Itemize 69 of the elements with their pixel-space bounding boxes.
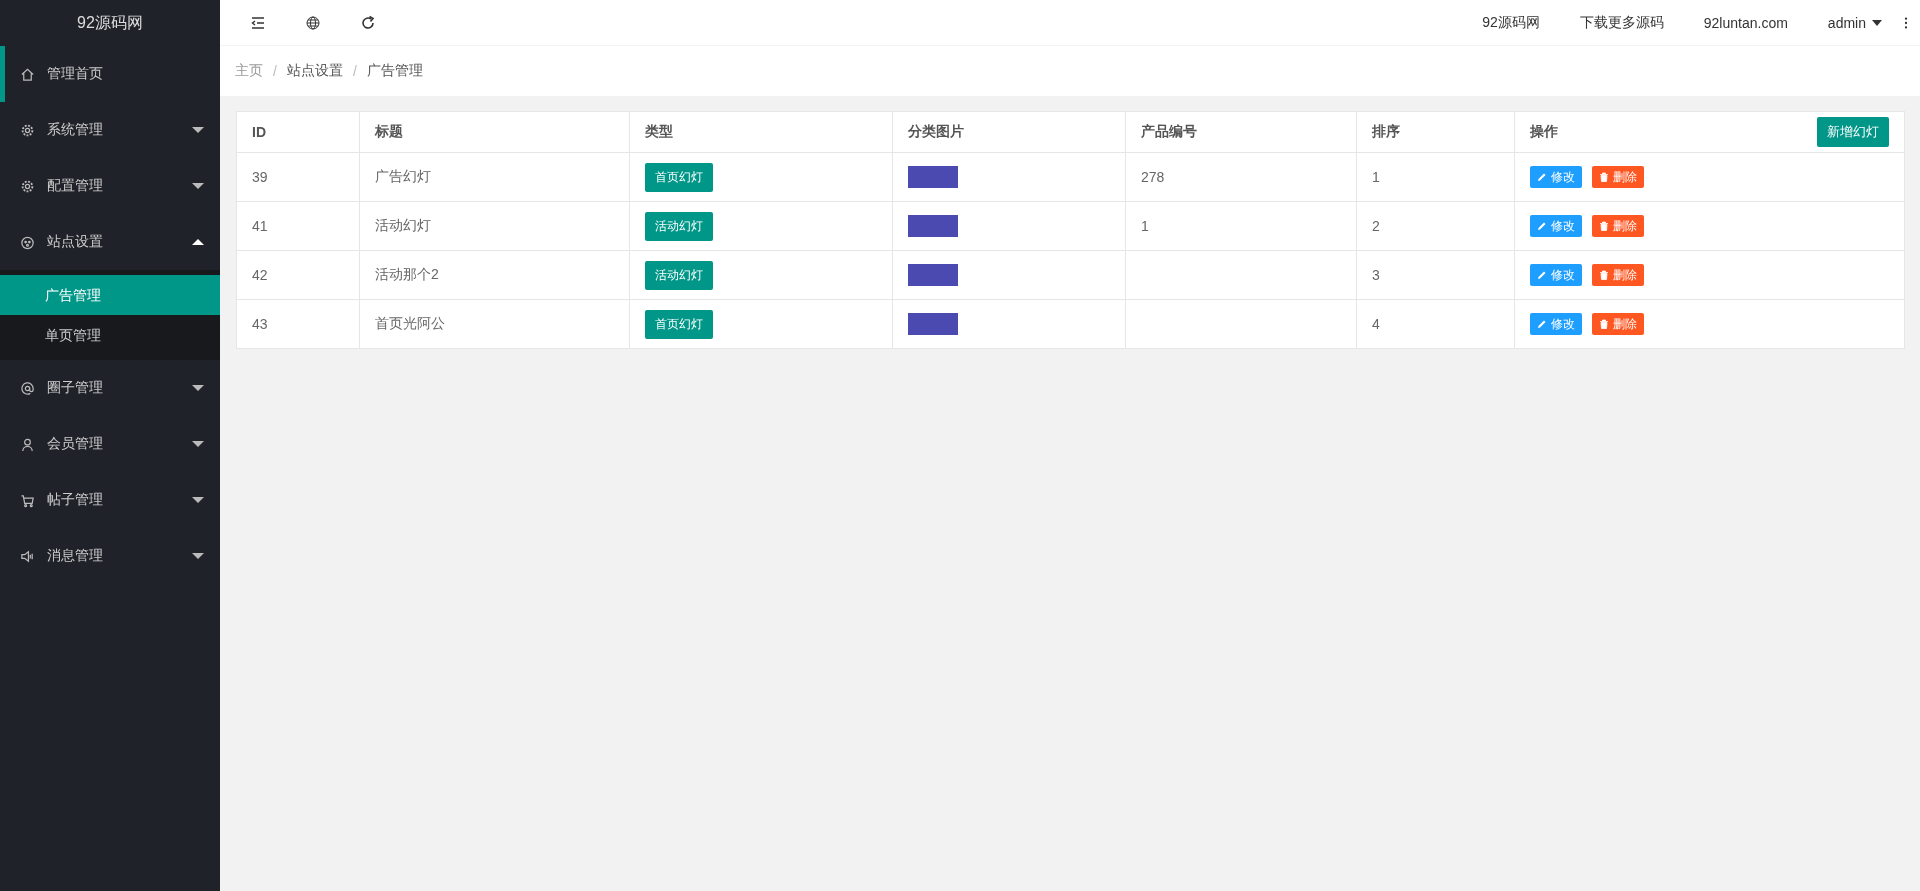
header-link[interactable]: 92源码网: [1482, 13, 1540, 32]
more-icon[interactable]: [1904, 15, 1908, 30]
sidebar-item[interactable]: 管理首页: [0, 46, 220, 102]
table-cell: 3: [1356, 250, 1515, 300]
column-header: ID: [236, 111, 360, 153]
breadcrumb-link[interactable]: 广告管理: [366, 62, 423, 80]
type-tag: 活动幻灯: [645, 211, 713, 241]
image-placeholder: [908, 264, 958, 286]
sidebar-subitem[interactable]: 单页管理: [0, 315, 220, 355]
image-placeholder: [908, 215, 958, 237]
table-cell: 2: [1356, 201, 1515, 251]
add-button[interactable]: 新增幻灯: [1817, 117, 1889, 147]
type-tag: 首页幻灯: [645, 309, 713, 339]
type-tag: 活动幻灯: [645, 260, 713, 290]
pencil-icon: [1537, 319, 1547, 329]
breadcrumb-link[interactable]: 站点设置: [286, 62, 343, 80]
image-placeholder: [908, 166, 958, 188]
table-cell: 42: [236, 250, 360, 300]
sidebar-item[interactable]: 消息管理: [0, 528, 220, 584]
sidebar-item[interactable]: 圈子管理: [0, 360, 220, 416]
pencil-icon: [1537, 172, 1547, 182]
pencil-icon: [1537, 221, 1547, 231]
sidebar-item[interactable]: 配置管理: [0, 158, 220, 214]
sidebar-subitem[interactable]: 广告管理: [0, 275, 220, 315]
table-cell: 活动幻灯: [359, 201, 630, 251]
sidebar-item[interactable]: 会员管理: [0, 416, 220, 472]
pencil-icon: [1537, 270, 1547, 280]
header-link[interactable]: 下载更多源码: [1579, 13, 1664, 32]
sidebar-item[interactable]: 系统管理: [0, 102, 220, 158]
logo-text: 92源码网: [76, 13, 144, 33]
table-cell: 首页光阿公: [359, 299, 630, 349]
globe-icon[interactable]: [305, 14, 321, 31]
at-sign-icon: [20, 380, 35, 396]
table-cell: 广告幻灯: [359, 152, 630, 202]
gear-icon: [20, 122, 35, 138]
table-cell: 1: [1356, 152, 1515, 202]
trash-icon: [1599, 221, 1609, 231]
type-tag: 首页幻灯: [645, 162, 713, 192]
sidebar-item[interactable]: 站点设置: [0, 214, 220, 270]
refresh-icon[interactable]: [360, 14, 376, 31]
cart-icon: [20, 492, 35, 508]
column-header: 分类图片: [892, 111, 1126, 153]
speaker-icon: [20, 548, 35, 564]
table-cell: 278: [1125, 152, 1357, 202]
menu-icon[interactable]: [250, 14, 266, 31]
table-cell: 43: [236, 299, 360, 349]
trash-icon: [1599, 270, 1609, 280]
table-cell: 39: [236, 152, 360, 202]
face-icon: [20, 234, 35, 250]
image-placeholder: [908, 313, 958, 335]
column-title: 操作: [1530, 123, 1558, 141]
table-cell: 41: [236, 201, 360, 251]
breadcrumb-separator: /: [352, 63, 357, 79]
user-menu[interactable]: admin: [1827, 14, 1882, 31]
trash-icon: [1599, 172, 1609, 182]
gear-icon: [20, 178, 35, 194]
breadcrumb-separator: /: [273, 63, 277, 79]
table-cell: 4: [1356, 299, 1515, 349]
header-link[interactable]: 92luntan.com: [1703, 14, 1788, 31]
home-icon: [20, 66, 35, 82]
column-header: 产品编号: [1125, 111, 1357, 153]
trash-icon: [1599, 319, 1609, 329]
sidebar-item[interactable]: 帖子管理: [0, 472, 220, 528]
user-icon: [20, 436, 35, 452]
column-header: 排序: [1356, 111, 1515, 153]
column-header: 类型: [629, 111, 893, 153]
column-header: 标题: [359, 111, 630, 153]
table-cell: 1: [1125, 201, 1357, 251]
table-cell: 活动那个2: [359, 250, 630, 300]
